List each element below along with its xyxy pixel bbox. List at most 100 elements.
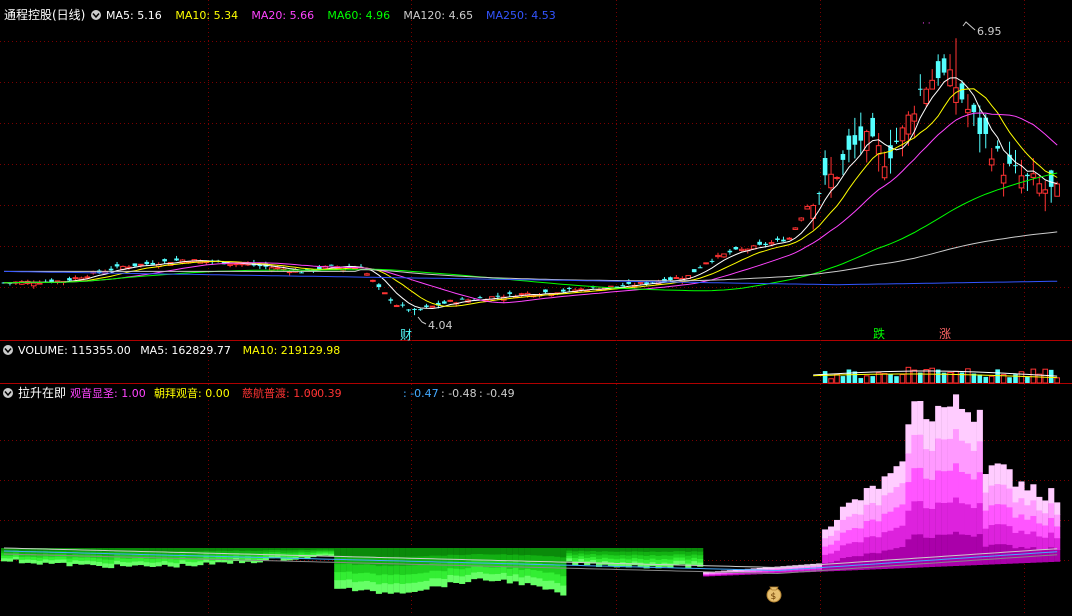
indicator-column (441, 571, 448, 580)
chevron-down-icon[interactable] (3, 388, 13, 398)
indicator-column (369, 582, 376, 592)
indicator-column (643, 551, 650, 557)
indicator-column (679, 560, 686, 565)
indicator-column (1024, 519, 1031, 535)
indicator-column (905, 424, 912, 454)
indicator-column (655, 548, 662, 553)
ma-lines (3, 77, 1058, 310)
indicator-column (1036, 535, 1043, 550)
indicator-column (102, 563, 109, 568)
indicator-column (1000, 523, 1007, 545)
indicator-column (911, 500, 918, 535)
indicator-column (673, 551, 680, 555)
indicator-column (548, 556, 555, 565)
indicator-column (851, 499, 858, 514)
indicator-column (358, 556, 365, 566)
candle-body (709, 260, 715, 262)
indicator-column (554, 565, 561, 575)
indicator-column (1006, 469, 1013, 489)
indicator-column (1018, 513, 1025, 531)
indicator-column (536, 548, 543, 557)
indicator-column (899, 503, 906, 526)
indicator-column (429, 555, 436, 564)
candle-body (84, 276, 91, 279)
indicator-column (48, 548, 55, 552)
candle-body (739, 248, 745, 252)
indicator-column (1024, 490, 1031, 506)
legend-item: MA60: 4.96 (327, 9, 390, 22)
indicator-column (167, 558, 174, 563)
indicator-column (964, 412, 971, 444)
indicator-column (506, 561, 513, 570)
indicator-column (857, 541, 864, 557)
indicator-column (1000, 504, 1007, 525)
volume-bar (888, 374, 893, 383)
indicator-column (48, 560, 55, 564)
candle-body (768, 242, 775, 245)
volume-bar (846, 369, 852, 383)
indicator-column (340, 564, 347, 573)
indicator-column (1030, 484, 1037, 501)
indicator-column (417, 548, 424, 557)
volume-bar (959, 372, 965, 383)
indicator-column (459, 569, 466, 577)
indicator-column (863, 536, 870, 554)
candle-body (923, 88, 930, 105)
indicator-column (637, 548, 644, 553)
indicator-column (839, 532, 847, 546)
indicator-column (488, 561, 495, 569)
candle-body (227, 263, 233, 266)
indicator-column (1042, 500, 1049, 514)
legend-item: : -0.47 (403, 387, 439, 400)
candle-body (507, 292, 513, 294)
candle-body (875, 145, 882, 155)
indicator-column (494, 567, 501, 575)
indicator-column (477, 548, 484, 555)
indicator-column (661, 548, 668, 553)
indicator-column (191, 548, 198, 553)
indicator-column (36, 557, 43, 562)
indicator-column (369, 556, 376, 566)
indicator-column (893, 527, 900, 549)
candle-body (721, 253, 727, 258)
indicator-column (179, 548, 186, 552)
indicator-column (429, 570, 436, 579)
indicator-column (518, 570, 525, 578)
indicator-column (358, 548, 365, 557)
candle-body (376, 284, 382, 288)
indicator-column (435, 578, 442, 587)
candle-body (727, 250, 733, 253)
indicator-column (590, 548, 597, 552)
indicator-column (554, 548, 561, 558)
indicator-column (369, 548, 376, 558)
indicator-column (500, 566, 507, 574)
indicator-column (405, 548, 412, 558)
volume-bar (834, 373, 840, 384)
indicator-column (929, 479, 936, 509)
indicator-column (584, 557, 591, 562)
candle-body (447, 299, 454, 302)
indicator-column (911, 534, 918, 568)
candle-body (668, 277, 673, 280)
indicator-column (572, 551, 579, 556)
indicator-column (1006, 525, 1013, 545)
indicator-column (358, 573, 365, 582)
money-bag-icon: $ (766, 586, 782, 603)
indicator-column (1024, 504, 1031, 520)
indicator-column (994, 463, 1001, 485)
indicator-column (524, 575, 531, 584)
indicator-column (887, 473, 894, 493)
indicator-column (970, 507, 977, 537)
indicator-column (530, 548, 537, 556)
indicator-column (363, 564, 371, 574)
chevron-down-icon[interactable] (91, 10, 101, 20)
indicator-column (667, 563, 674, 568)
indicator-column (137, 557, 144, 562)
candle-body (1025, 174, 1030, 177)
indicator-column (905, 538, 912, 568)
indicator-column (1012, 547, 1019, 564)
indicator-column (387, 566, 394, 576)
chevron-down-icon[interactable] (3, 345, 13, 355)
indicator-column (447, 568, 454, 576)
indicator-column (340, 580, 347, 589)
